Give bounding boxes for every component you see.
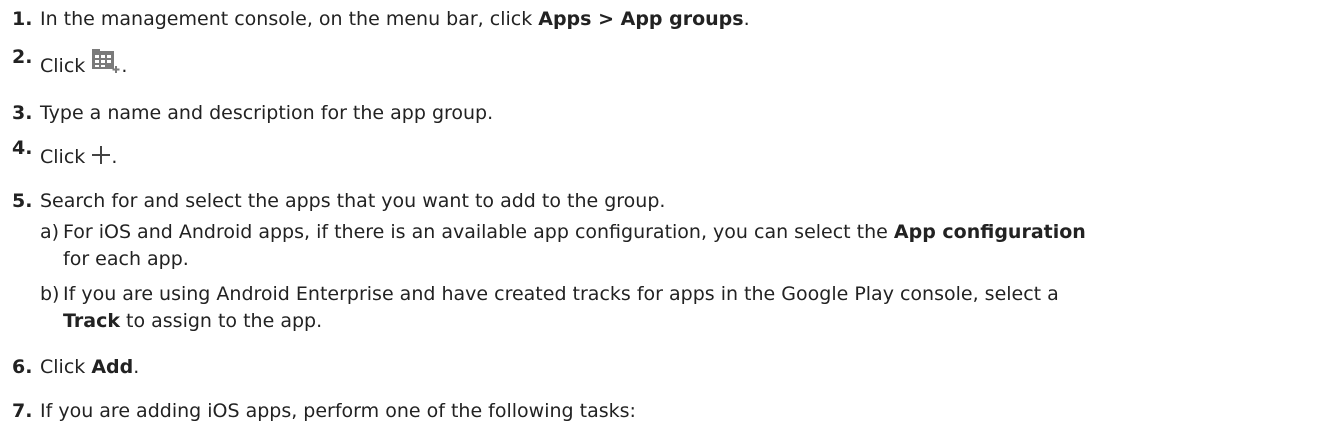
step-1: 1. In the management console, on the menu… (12, 8, 750, 30)
step-text: Search for and select the apps that you … (40, 190, 666, 212)
substep-letter: b) (40, 283, 60, 305)
step-number: 1. (12, 8, 33, 30)
step-number: 5. (12, 190, 33, 212)
step-4: 4. Click . (12, 137, 117, 172)
step-text: Click (40, 55, 92, 77)
step-7: 7. If you are adding iOS apps, perform on… (12, 398, 636, 424)
step-5: 5. Search for and select the apps that yo… (12, 188, 665, 214)
step-number: 2. (12, 46, 33, 68)
app-group-add-icon (91, 48, 121, 81)
substep-a: a) For iOS and Android apps, if there is … (40, 218, 1086, 246)
ui-label: App configuration (893, 221, 1086, 243)
substep-letter: a) (40, 221, 60, 243)
step-text: Click (40, 356, 92, 378)
step-number: 3. (12, 102, 33, 124)
step-text: In the management console, on the menu b… (40, 8, 539, 30)
step-text: Type a name and description for the app … (40, 102, 494, 124)
substep-a-continued: for each app. (63, 248, 189, 270)
ui-label: Track (63, 310, 120, 332)
substep-text: If you are using Android Enterprise and … (63, 283, 1059, 305)
step-number: 7. (12, 400, 33, 422)
button-label: Add (91, 356, 134, 378)
step-3: 3. Type a name and description for the ap… (12, 100, 493, 126)
substep-b-continued: Track to assign to the app. (63, 310, 323, 332)
step-6: 6. Click Add. (12, 356, 140, 378)
plus-icon (91, 145, 111, 172)
step-number: 4. (12, 137, 33, 159)
step-2: 2. Click . (12, 46, 127, 81)
menu-path: Apps > App groups (538, 8, 744, 30)
procedure-steps: 1. In the management console, on the menu… (0, 0, 1325, 422)
step-text: If you are adding iOS apps, perform one … (40, 400, 636, 422)
step-number: 6. (12, 356, 33, 378)
substep-b: b) If you are using Android Enterprise an… (40, 280, 1059, 308)
substep-text: For iOS and Android apps, if there is an… (63, 221, 894, 243)
step-text: Click (40, 146, 92, 168)
